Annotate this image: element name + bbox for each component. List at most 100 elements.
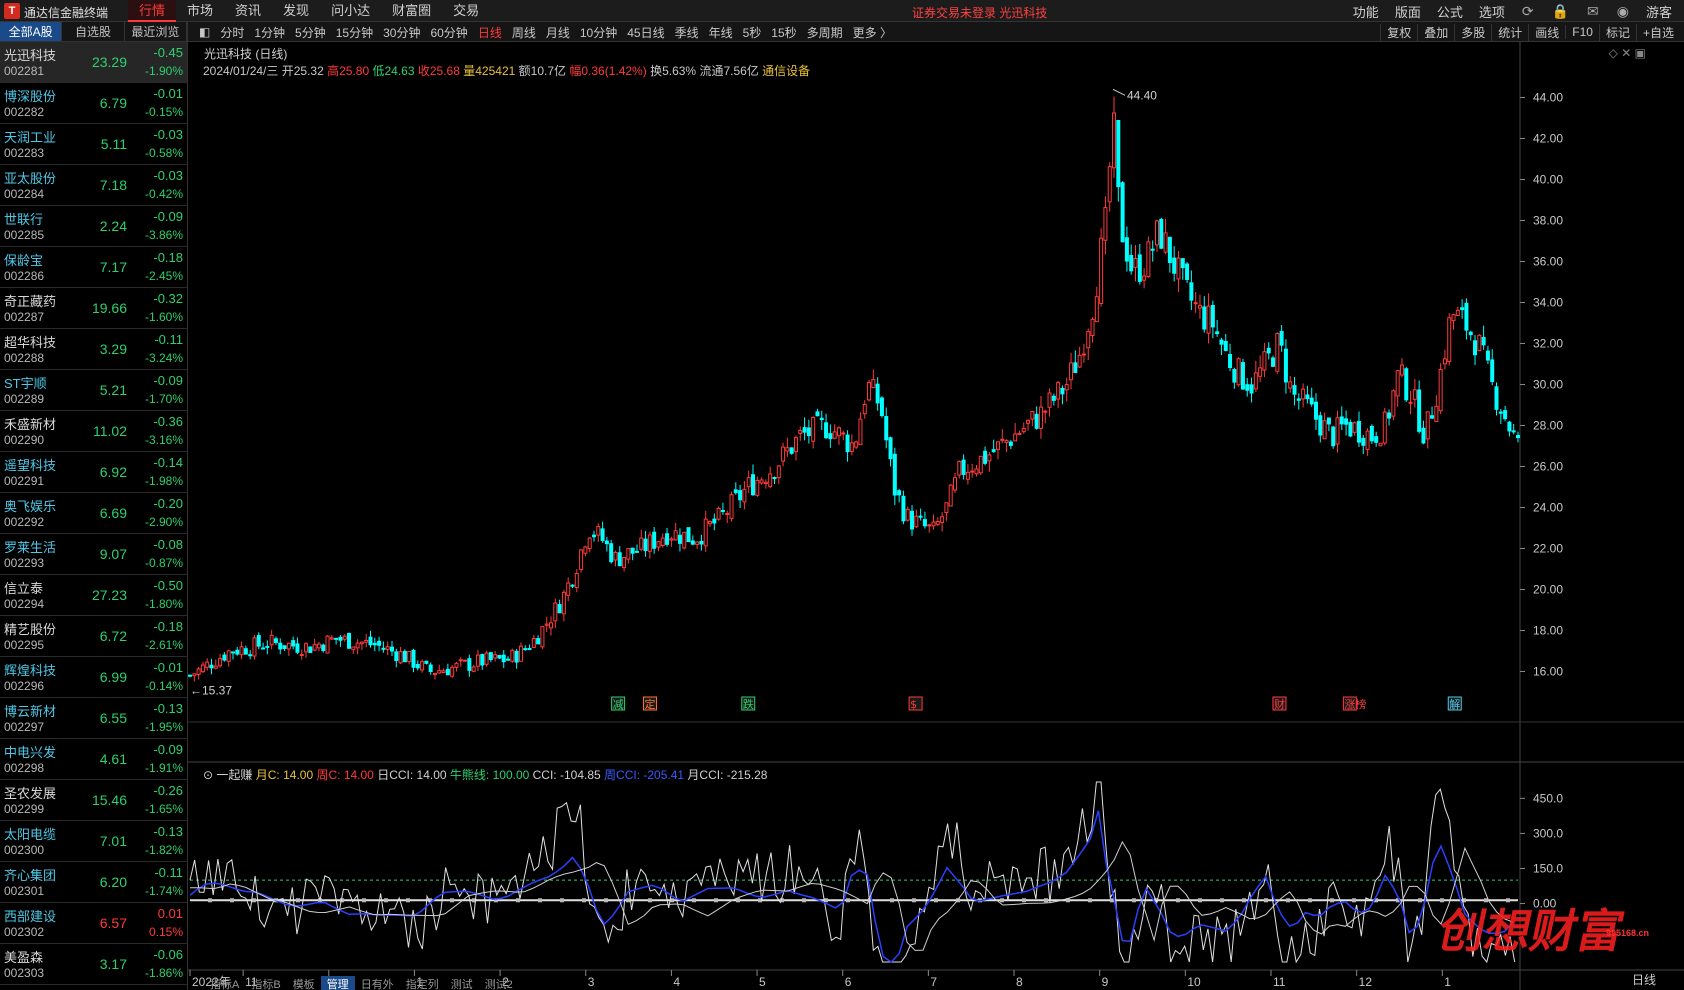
stock-change: -0.32 [153, 291, 183, 306]
candle-body [536, 638, 541, 645]
bottom-tab-5[interactable]: 指定列 [400, 976, 445, 990]
period-10[interactable]: 45日线 [622, 24, 669, 41]
period-5[interactable]: 60分钟 [425, 24, 472, 41]
period-16[interactable]: 更多 〉 [848, 24, 897, 41]
stock-row[interactable]: 保龄宝 002286 7.17 -0.18 -2.45% [0, 247, 187, 288]
stock-row[interactable]: 辉煌科技 002296 6.99 -0.01 -0.14% [0, 657, 187, 698]
candle-body [1219, 339, 1224, 345]
refresh-icon[interactable]: ⟳ [1513, 3, 1543, 20]
y-tick-label: 24.00 [1533, 501, 1563, 515]
stock-row[interactable]: 信立泰 002294 27.23 -0.50 -1.80% [0, 575, 187, 616]
period-9[interactable]: 10分钟 [575, 24, 622, 41]
period-6[interactable]: 日线 [473, 24, 507, 41]
chart-tool-7[interactable]: +自选 [1635, 23, 1680, 41]
period-4[interactable]: 30分钟 [378, 24, 425, 41]
menu-discover[interactable]: 发现 [272, 0, 320, 22]
menu-quotes[interactable]: 行情 [128, 0, 177, 22]
menu-options[interactable]: 选项 [1471, 2, 1513, 21]
chart-tool-0[interactable]: 复权 [1380, 23, 1417, 41]
candle-body [961, 459, 966, 475]
chart-tool-3[interactable]: 统计 [1491, 23, 1528, 41]
stock-row[interactable]: 罗莱生活 002293 9.07 -0.08 -0.87% [0, 534, 187, 575]
stock-price: 6.79 [99, 95, 127, 111]
chart-tool-1[interactable]: 叠加 [1417, 23, 1454, 41]
day-period-button[interactable]: 日线 [1632, 971, 1656, 988]
candle-body [781, 446, 786, 462]
menu-ask[interactable]: 问小达 [320, 0, 381, 22]
stock-row[interactable]: 奇正藏药 002287 19.66 -0.32 -1.60% [0, 288, 187, 329]
chart-tool-4[interactable]: 画线 [1528, 23, 1565, 41]
menu-wealth[interactable]: 财富圈 [381, 0, 442, 22]
period-2[interactable]: 5分钟 [290, 24, 331, 41]
period-0[interactable]: 分时 [215, 24, 249, 41]
menu-trade[interactable]: 交易 [442, 0, 490, 22]
kline-chart[interactable]: 44.00 42.00 40.00 38.00 36.00 34.00 32.00 30.00… [188, 42, 1684, 990]
candle-body [1356, 420, 1361, 443]
period-1[interactable]: 1分钟 [249, 24, 290, 41]
stock-row[interactable]: 中电兴发 002298 4.61 -0.09 -1.91% [0, 739, 187, 780]
stock-row[interactable]: 齐心集团 002301 6.20 -0.11 -1.74% [0, 862, 187, 903]
stock-row[interactable]: 亚太股份 002284 7.18 -0.03 -0.42% [0, 165, 187, 206]
bottom-tab-2[interactable]: 模板 [287, 976, 321, 990]
period-12[interactable]: 年线 [704, 24, 738, 41]
bottom-tab-7[interactable]: 测试2 [479, 976, 519, 990]
menu-layout[interactable]: 版面 [1387, 2, 1429, 21]
candle-body [854, 441, 859, 448]
indicator-toggle-icon[interactable]: ⊙ [203, 768, 213, 782]
period-14[interactable]: 15秒 [766, 24, 801, 41]
candle-body [510, 649, 515, 662]
menu-market[interactable]: 市场 [176, 0, 224, 22]
tab-all-a-shares[interactable]: 全部A股 [0, 22, 63, 41]
stock-price: 27.23 [91, 587, 127, 603]
zero-line-dot [1286, 898, 1290, 903]
login-notice[interactable]: 证券交易未登录 光迅科技 [912, 4, 1047, 21]
stock-row[interactable]: 太阳电缆 002300 7.01 -0.13 -1.82% [0, 821, 187, 862]
period-7[interactable]: 周线 [507, 24, 541, 41]
stock-row[interactable]: 禾盛新材 002290 11.02 -0.36 -3.16% [0, 411, 187, 452]
tab-recent[interactable]: 最近浏览 [124, 22, 187, 41]
candle-body [596, 526, 601, 536]
stock-row[interactable]: 美盈森 002303 3.17 -0.06 -1.86% [0, 944, 187, 985]
candle-body [1245, 384, 1250, 391]
stock-row[interactable]: 天润工业 002283 5.11 -0.03 -0.58% [0, 124, 187, 165]
bottom-tab-4[interactable]: 日有外 [355, 976, 400, 990]
menu-formula[interactable]: 公式 [1429, 2, 1471, 21]
candle-body [441, 670, 446, 673]
chart-tool-6[interactable]: 标记 [1598, 23, 1636, 41]
stock-row[interactable]: 遥望科技 002291 6.92 -0.14 -1.98% [0, 452, 187, 493]
lock-icon[interactable]: 🔒 [1543, 3, 1578, 20]
user-icon[interactable]: ◉ [1608, 3, 1638, 20]
period-8[interactable]: 月线 [541, 24, 575, 41]
tab-watchlist[interactable]: 自选股 [62, 22, 125, 41]
stock-row[interactable]: 博深股份 002282 6.79 -0.01 -0.15% [0, 83, 187, 124]
chart-tool-2[interactable]: 多股 [1454, 23, 1491, 41]
period-15[interactable]: 多周期 [802, 24, 848, 41]
stock-row[interactable]: 奥飞娱乐 002292 6.69 -0.20 -2.90% [0, 493, 187, 534]
message-icon[interactable]: ✉ [1578, 3, 1608, 20]
stock-row[interactable]: ST宇顺 002289 5.21 -0.09 -1.70% [0, 370, 187, 411]
stock-row[interactable]: 光迅科技 002281 23.29 -0.45 -1.90% [0, 42, 187, 83]
bottom-tab-6[interactable]: 测试 [445, 976, 479, 990]
guest-label[interactable]: 游客 [1638, 2, 1680, 21]
bottom-tab-1[interactable]: 指标B [245, 976, 286, 990]
stock-row[interactable]: 精艺股份 002295 6.72 -0.18 -2.61% [0, 616, 187, 657]
sidebar-toggle-icon[interactable]: ◧ [194, 25, 215, 39]
bottom-tab-0[interactable]: 指标A [204, 976, 245, 990]
stock-row[interactable]: 圣农发展 002299 15.46 -0.26 -1.65% [0, 780, 187, 821]
bottom-tab-3[interactable]: 管理 [320, 976, 355, 990]
candle-body [1516, 435, 1520, 439]
stock-row[interactable]: 超华科技 002288 3.29 -0.11 -3.24% [0, 329, 187, 370]
menu-news[interactable]: 资讯 [224, 0, 272, 22]
indicator-name[interactable]: 一起赚 [216, 768, 252, 782]
chart-tool-5[interactable]: F10 [1565, 25, 1599, 39]
stock-row[interactable]: 西部建设 002302 6.57 0.01 0.15% [0, 903, 187, 944]
stock-row[interactable]: 博云新材 002297 6.55 -0.13 -1.95% [0, 698, 187, 739]
candle-body [1176, 257, 1181, 280]
stock-price: 6.72 [99, 628, 127, 644]
candle-body [226, 650, 231, 662]
period-13[interactable]: 5秒 [738, 24, 767, 41]
period-3[interactable]: 15分钟 [331, 24, 378, 41]
period-11[interactable]: 季线 [670, 24, 704, 41]
stock-row[interactable]: 世联行 002285 2.24 -0.09 -3.86% [0, 206, 187, 247]
menu-function[interactable]: 功能 [1345, 2, 1387, 21]
